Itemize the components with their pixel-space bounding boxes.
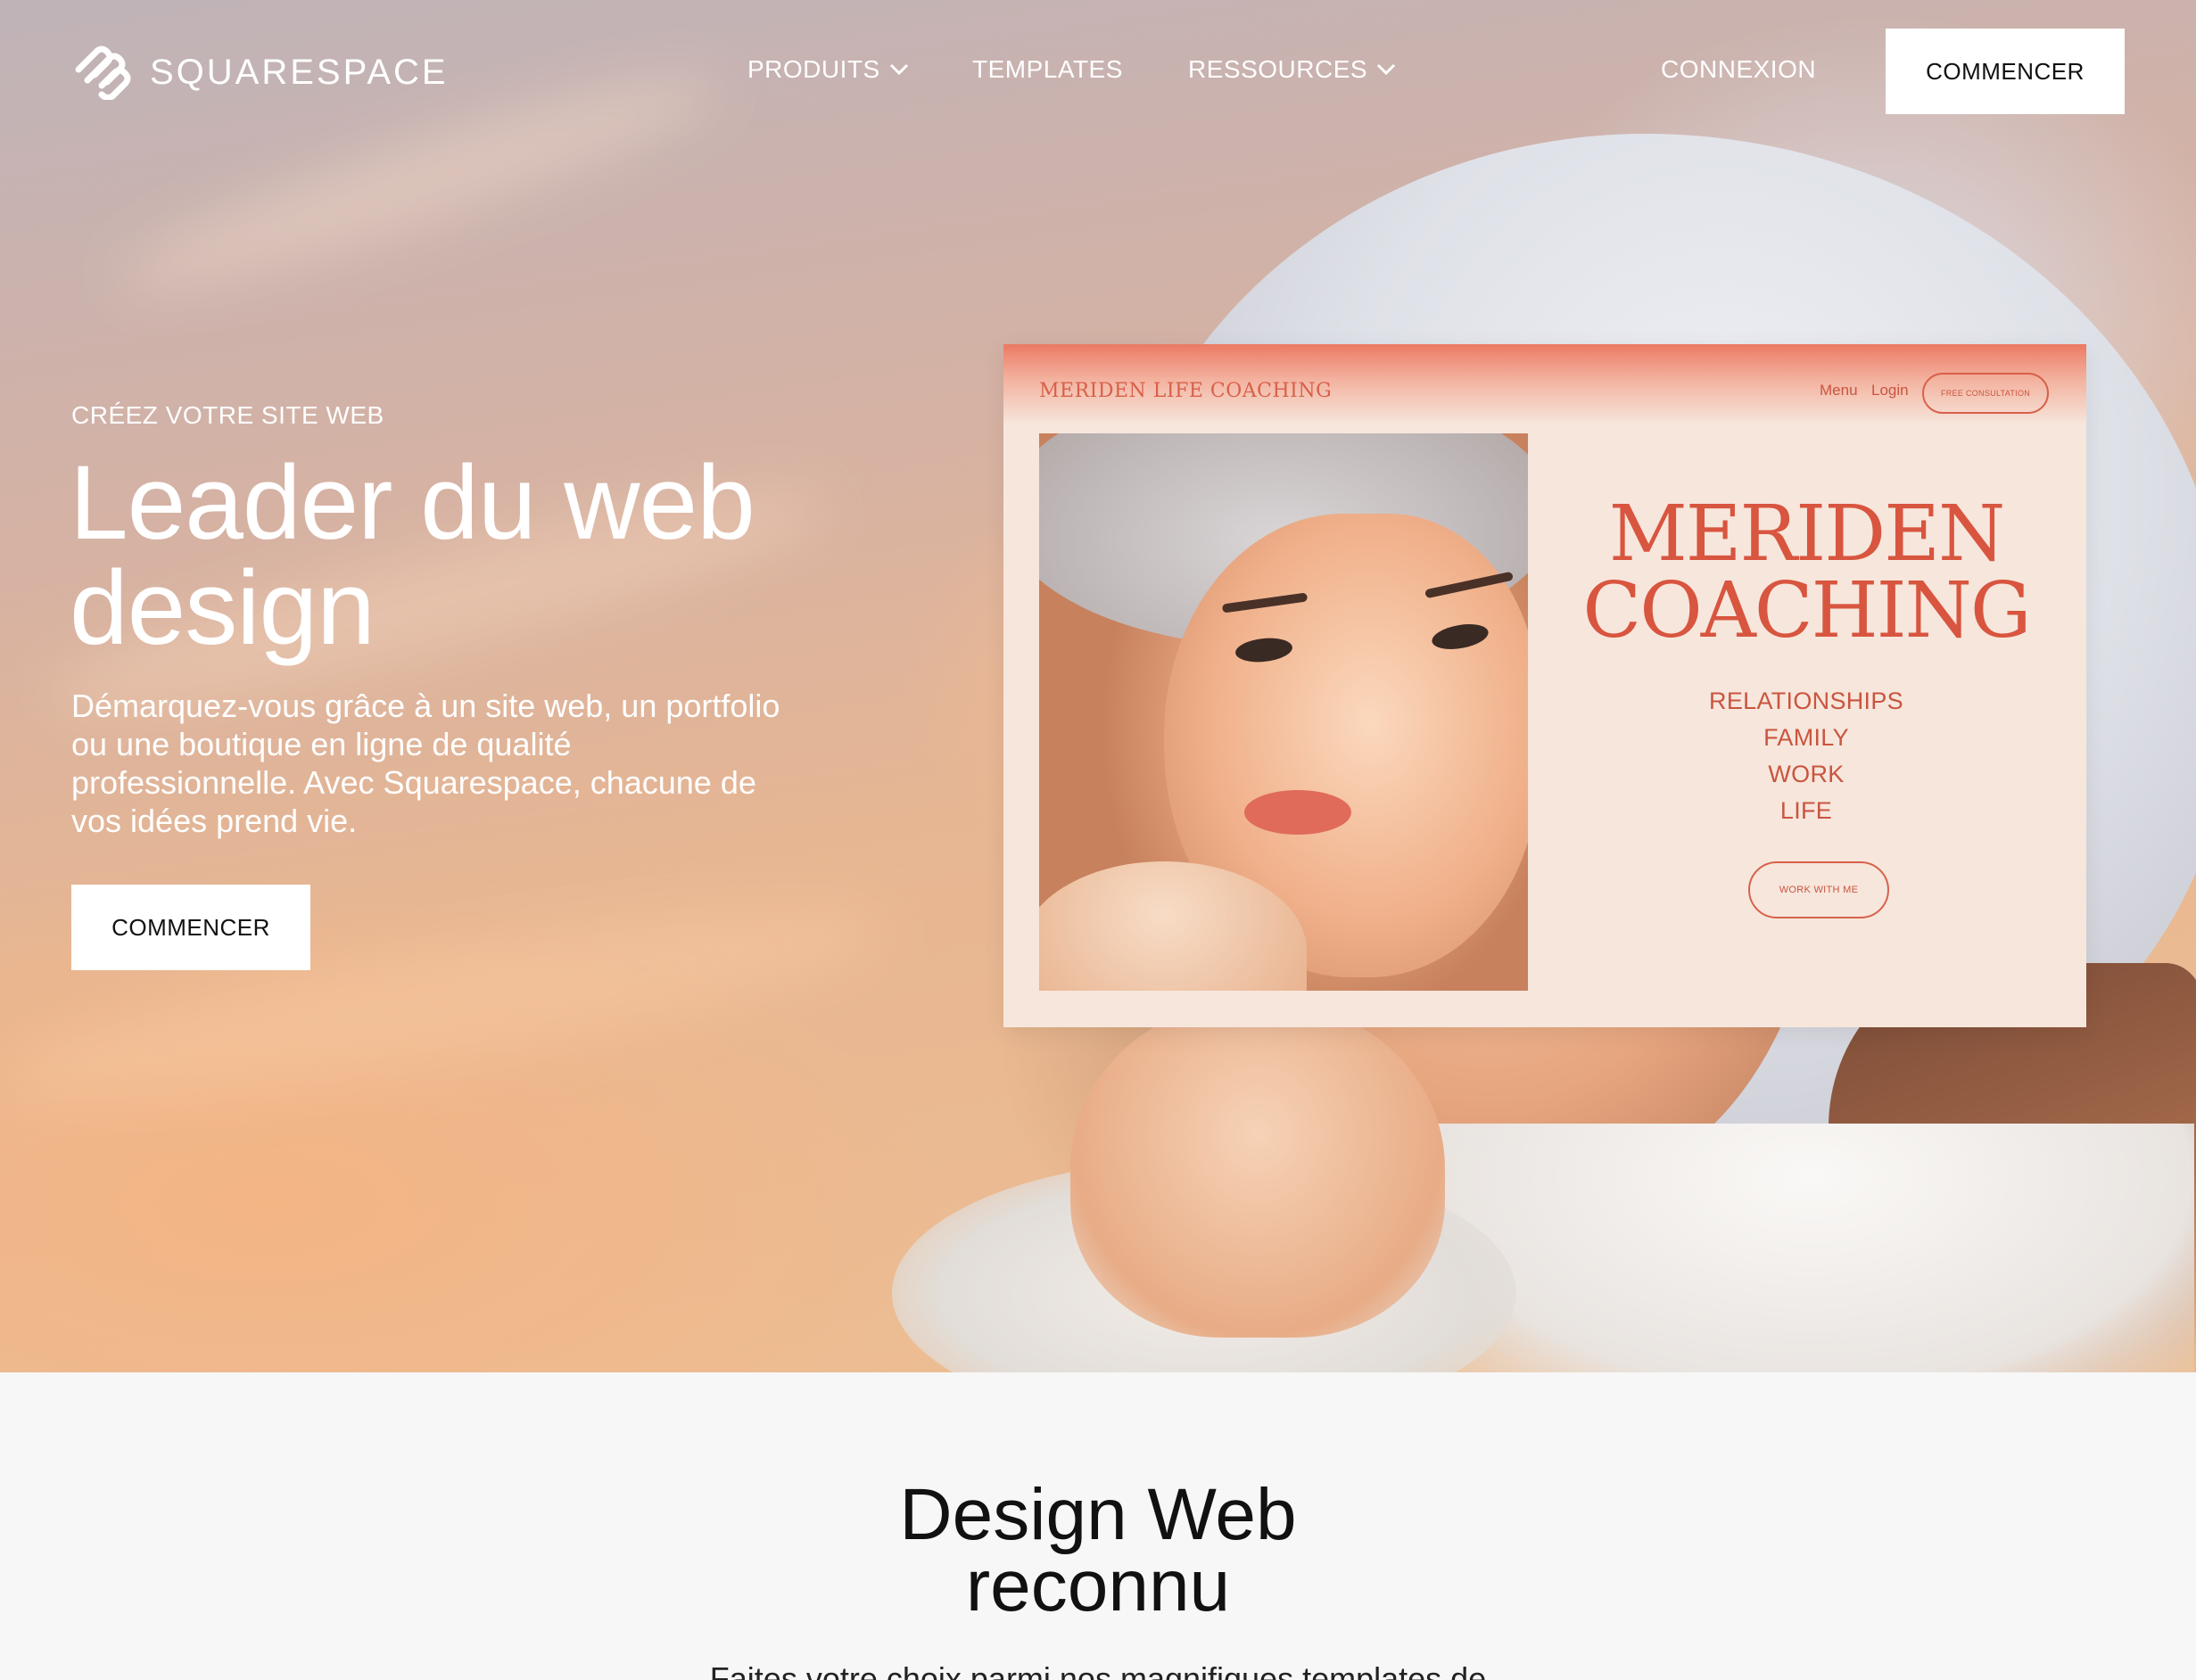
squarespace-logo-icon (71, 45, 137, 100)
mockup-topic: WORK (1768, 761, 1845, 787)
nav-item-label: RESSOURCES (1188, 55, 1368, 83)
mockup-brand: MERIDEN LIFE COACHING (1039, 380, 1333, 402)
mockup-portrait-photo (1039, 433, 1528, 991)
hero-eyebrow: CRÉEZ VOTRE SITE WEB (71, 401, 384, 429)
design-section: Design Web reconnu Faites votre choix pa… (0, 1372, 2196, 1680)
hero-photo-hand (1070, 999, 1445, 1338)
nav-item-templates[interactable]: TEMPLATES (972, 55, 1123, 84)
mockup-menu-link: Menu (1820, 382, 1858, 399)
mockup-topic: FAMILY (1763, 724, 1849, 751)
chevron-down-icon (889, 63, 909, 76)
portrait-lips (1244, 790, 1351, 835)
nav-item-label: TEMPLATES (972, 55, 1123, 83)
top-nav: SQUARESPACE PRODUITS TEMPLATES RESSOURCE… (0, 0, 2196, 143)
section-title: Design Web reconnu (0, 1474, 2196, 1626)
mockup-title-line: MERIDEN (1608, 490, 2006, 579)
mockup-topic: RELATIONSHIPS (1709, 688, 1903, 714)
chevron-down-icon (1376, 63, 1396, 76)
nav-item-ressources[interactable]: RESSOURCES (1188, 55, 1396, 84)
page: SQUARESPACE PRODUITS TEMPLATES RESSOURCE… (0, 0, 2196, 1680)
mockup-title: MERIDEN COACHING (1565, 496, 2047, 649)
nav-item-produits[interactable]: PRODUITS (747, 55, 909, 84)
nav-item-label: PRODUITS (747, 55, 880, 83)
hero-start-button[interactable]: COMMENCER (71, 885, 310, 970)
squarespace-logo[interactable]: SQUARESPACE (71, 45, 449, 100)
mockup-work-with-me-button: WORK WITH ME (1748, 861, 1889, 918)
mockup-free-consultation-button: FREE CONSULTATION (1922, 373, 2049, 414)
hero-photo-shirt (1427, 1124, 2194, 1372)
hero-subtext: Démarquez-vous grâce à un site web, un p… (71, 688, 780, 839)
mockup-topic: LIFE (1779, 797, 1833, 824)
section-subtitle: Faites votre choix parmi nos magnifiques… (709, 1660, 1487, 1680)
section-title-line: Design Web (899, 1474, 1297, 1555)
template-preview-mockup: MERIDEN LIFE COACHING Menu Login FREE CO… (1003, 344, 2086, 1027)
mockup-title-line: COACHING (1582, 566, 2031, 655)
mockup-topic-list: RELATIONSHIPS FAMILY WORK LIFE (1565, 683, 2047, 829)
hero-section: SQUARESPACE PRODUITS TEMPLATES RESSOURCE… (0, 0, 2196, 1372)
logo-wordmark: SQUARESPACE (150, 52, 449, 92)
section-title-line: reconnu (965, 1545, 1231, 1626)
hero-headline: Leader du web design (70, 444, 755, 667)
mockup-login-link: Login (1871, 382, 1909, 399)
login-link[interactable]: CONNEXION (1661, 55, 1816, 84)
nav-start-button[interactable]: COMMENCER (1886, 29, 2125, 114)
